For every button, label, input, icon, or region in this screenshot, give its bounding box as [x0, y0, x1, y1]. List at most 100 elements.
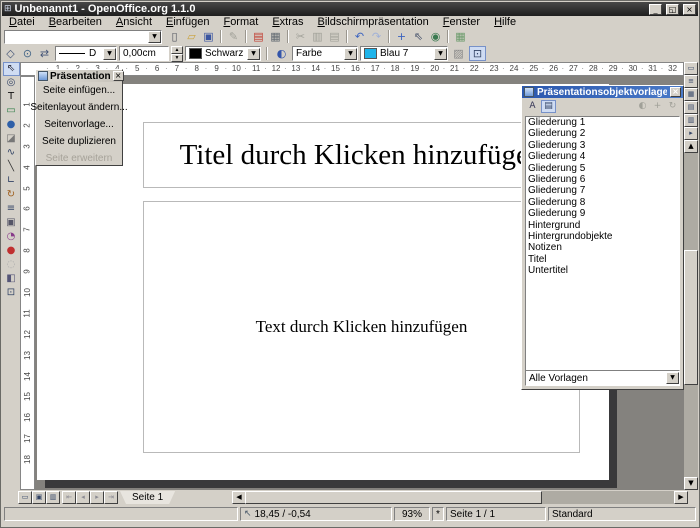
controller-3d-button[interactable]: ◧: [3, 272, 20, 286]
style-list-item[interactable]: Gliederung 8: [526, 197, 679, 208]
palette-title-bar[interactable]: Präsentation ×: [36, 70, 122, 82]
style-filter-dropdown[interactable]: Alle Vorlagen ▼: [525, 370, 680, 386]
copy-button[interactable]: ▥: [309, 29, 326, 44]
presentation-box-button[interactable]: ⊡: [3, 286, 20, 300]
layer-mode-button[interactable]: ▥: [46, 491, 60, 504]
body-text-placeholder[interactable]: Text durch Klicken hinzufügen: [143, 201, 580, 453]
undo-button[interactable]: ↶: [351, 29, 368, 44]
new-document-button[interactable]: ▯: [166, 29, 183, 44]
stylist-button[interactable]: ⇖: [410, 29, 427, 44]
vertical-scroll-track[interactable]: [684, 153, 698, 477]
zoom-button[interactable]: ◎: [3, 76, 20, 90]
presentation-styles-button[interactable]: ▤: [541, 100, 556, 113]
select-button[interactable]: ⇖: [3, 62, 20, 76]
menu-item[interactable]: Format: [216, 16, 265, 28]
menu-item[interactable]: Bearbeiten: [42, 16, 109, 28]
line-width-stepper[interactable]: ▲▼: [171, 46, 183, 61]
menu-item[interactable]: Ansicht: [109, 16, 159, 28]
horizontal-scroll-track[interactable]: [245, 491, 674, 504]
line-width-field[interactable]: 0,00cm: [119, 46, 169, 61]
area-color-dropdown-icon[interactable]: ▼: [434, 48, 447, 60]
new-style-button[interactable]: +: [650, 100, 665, 113]
minimize-button[interactable]: _: [649, 4, 662, 15]
cut-button[interactable]: ✂: [292, 29, 309, 44]
gallery-button[interactable]: ▦: [452, 29, 469, 44]
shadow-button[interactable]: ▨: [450, 46, 467, 61]
scroll-left-button[interactable]: ◀: [232, 491, 246, 504]
stylist-title-bar[interactable]: Präsentationsobjektvorlagen ×: [522, 86, 683, 98]
master-mode-button[interactable]: ▣: [32, 491, 46, 504]
arrow-style-button[interactable]: ⇄: [36, 46, 53, 61]
fill-format-mode-button[interactable]: ◐: [635, 100, 650, 113]
graphics-styles-button[interactable]: A: [525, 100, 540, 113]
open-button[interactable]: ▱: [183, 29, 200, 44]
close-button[interactable]: ×: [683, 4, 696, 15]
stepper-up-icon[interactable]: ▲: [171, 46, 183, 54]
animation-button[interactable]: ◌: [3, 258, 20, 272]
area-color-dropdown[interactable]: Blau 7 ▼: [360, 46, 448, 61]
title-placeholder[interactable]: Titel durch Klicken hinzufügen: [143, 122, 580, 188]
menu-item[interactable]: Datei: [2, 16, 42, 28]
palette-item[interactable]: Seite erweitern: [36, 150, 122, 167]
paste-button[interactable]: ▤: [326, 29, 343, 44]
line-color-dropdown-icon[interactable]: ▼: [247, 48, 260, 60]
scroll-down-button[interactable]: ▼: [684, 477, 698, 490]
style-list-item[interactable]: Gliederung 5: [526, 163, 679, 174]
navigator-button[interactable]: +: [393, 29, 410, 44]
style-list-item[interactable]: Gliederung 9: [526, 208, 679, 219]
area-type-dropdown-icon[interactable]: ▼: [344, 48, 357, 60]
stepper-down-icon[interactable]: ▼: [171, 54, 183, 62]
previous-page-button[interactable]: ◂: [76, 491, 90, 504]
area-type-dropdown[interactable]: Farbe ▼: [292, 46, 358, 61]
style-list-item[interactable]: Gliederung 7: [526, 185, 679, 196]
objects-3d-button[interactable]: ◪: [3, 132, 20, 146]
page-tab[interactable]: Seite 1: [120, 491, 175, 504]
scroll-right-button[interactable]: ▶: [674, 491, 688, 504]
last-page-button[interactable]: ⇥: [104, 491, 118, 504]
update-style-button[interactable]: ↻: [665, 100, 680, 113]
style-list-item[interactable]: Gliederung 4: [526, 151, 679, 162]
palette-item[interactable]: Seitenvorlage...: [36, 116, 122, 133]
style-list-item[interactable]: Gliederung 1: [526, 117, 679, 128]
menu-item[interactable]: Extras: [265, 16, 310, 28]
save-button[interactable]: ▣: [200, 29, 217, 44]
area-style-button[interactable]: ◐: [273, 46, 290, 61]
menu-item[interactable]: Bildschirmpräsentation: [311, 16, 436, 28]
style-list-item[interactable]: Untertitel: [526, 265, 679, 276]
export-pdf-button[interactable]: ▤: [250, 29, 267, 44]
outline-view-button[interactable]: ≡: [684, 75, 698, 88]
style-filter-dropdown-icon[interactable]: ▼: [666, 372, 679, 384]
redo-button[interactable]: ↷: [368, 29, 385, 44]
restore-button[interactable]: ◱: [666, 4, 679, 15]
interaction-button[interactable]: ●: [3, 244, 20, 258]
edit-file-button[interactable]: ✎: [225, 29, 242, 44]
hyperlink-button[interactable]: ◉: [427, 29, 444, 44]
palette-close-icon[interactable]: ×: [113, 71, 124, 81]
style-list-item[interactable]: Hintergrund: [526, 220, 679, 231]
handout-view-button[interactable]: ▥: [684, 114, 698, 127]
drawing-view-button[interactable]: ▭: [684, 62, 698, 75]
next-page-button[interactable]: ▸: [90, 491, 104, 504]
style-list-item[interactable]: Gliederung 6: [526, 174, 679, 185]
vertical-scroll-thumb[interactable]: [684, 250, 698, 385]
menu-item[interactable]: Einfügen: [159, 16, 216, 28]
horizontal-scroll-thumb[interactable]: [245, 491, 542, 504]
start-presentation-button[interactable]: ▸: [684, 127, 698, 140]
rectangle-button[interactable]: ▭: [3, 104, 20, 118]
lines-arrows-button[interactable]: ╲: [3, 160, 20, 174]
edit-points-button[interactable]: ◇: [2, 46, 19, 61]
text-button[interactable]: T: [3, 90, 20, 104]
combo-dropdown-icon[interactable]: ▼: [148, 31, 161, 43]
notes-view-button[interactable]: ▤: [684, 101, 698, 114]
stylist-close-icon[interactable]: ×: [670, 87, 681, 97]
alignment-button[interactable]: ≡: [3, 202, 20, 216]
ellipse-button[interactable]: ●: [3, 118, 20, 132]
line-style-dropdown-icon[interactable]: ▼: [103, 48, 116, 60]
style-list-item[interactable]: Gliederung 3: [526, 140, 679, 151]
palette-item[interactable]: Seite einfügen...: [36, 82, 122, 99]
style-list-item[interactable]: Notizen: [526, 242, 679, 253]
palette-item[interactable]: Seite duplizieren: [36, 133, 122, 150]
scroll-up-button[interactable]: ▲: [684, 140, 698, 153]
url-combobox[interactable]: ▼: [4, 30, 162, 44]
menu-item[interactable]: Hilfe: [487, 16, 523, 28]
